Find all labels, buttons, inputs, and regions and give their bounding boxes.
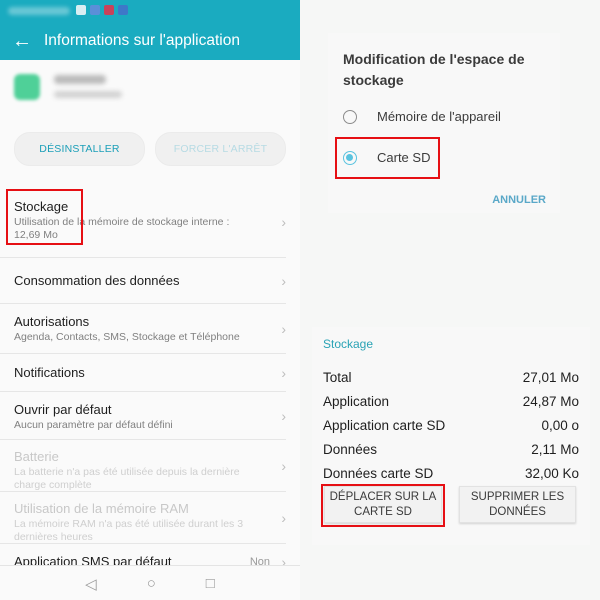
storage-panel: Modification de l'espace de stockage Mém… [300, 0, 600, 600]
nav-back-icon[interactable]: ◁ [85, 575, 97, 593]
settings-item-battery[interactable]: Batterie La batterie n'a pas été utilisé… [0, 440, 286, 492]
item-subtitle: Utilisation de la mémoire de stockage in… [14, 216, 230, 241]
notification-icon [90, 5, 100, 15]
row-label: Données carte SD [323, 466, 434, 481]
carrier-name-blurred [8, 7, 70, 15]
item-title: Ouvrir par défaut [14, 402, 112, 417]
item-title: Autorisations [14, 314, 90, 329]
clear-data-button[interactable]: SUPPRIMER LES DONNÉES [459, 486, 576, 523]
item-title: Utilisation de la mémoire RAM [14, 501, 189, 516]
nav-recents-icon[interactable]: □ [206, 575, 215, 592]
app-version-blurred [54, 91, 122, 98]
app-actions: DÉSINSTALLER FORCER L'ARRÊT [0, 116, 300, 166]
move-to-sd-button[interactable]: DÉPLACER SUR LA CARTE SD [324, 486, 442, 523]
item-subtitle: Agenda, Contacts, SMS, Stockage et Télép… [14, 331, 240, 343]
app-bar: ← Informations sur l'application [0, 22, 300, 60]
storage-row: Application 24,87 Mo [323, 394, 579, 409]
chevron-right-icon: › [281, 407, 286, 424]
settings-item-open-by-default[interactable]: Ouvrir par défaut Aucun paramètre par dé… [0, 392, 286, 440]
chevron-right-icon: › [281, 320, 286, 337]
storage-row: Données carte SD 32,00 Ko [323, 466, 579, 481]
app-icon [14, 74, 40, 100]
app-info-screen: ᛒ ▯ ◠ ▂▄▆ 13:58 ← Informations sur l'app… [0, 0, 300, 600]
page-title: Informations sur l'application [44, 32, 240, 49]
notification-icon [76, 5, 86, 15]
row-label: Total [323, 370, 352, 385]
storage-location-dialog: Modification de l'espace de stockage Mém… [328, 33, 560, 213]
notification-icon [104, 5, 114, 15]
settings-item-storage[interactable]: Stockage Utilisation de la mémoire de st… [0, 187, 286, 258]
storage-row: Application carte SD 0,00 o [323, 418, 579, 433]
status-bar: ᛒ ▯ ◠ ▂▄▆ 13:58 [0, 0, 300, 22]
option-label: Mémoire de l'appareil [377, 109, 501, 124]
row-value: 0,00 o [541, 418, 579, 433]
chevron-right-icon: › [281, 509, 286, 526]
row-label: Application carte SD [323, 418, 446, 433]
chevron-right-icon: › [281, 272, 286, 289]
radio-button-selected[interactable] [343, 150, 357, 165]
option-device-memory[interactable]: Mémoire de l'appareil [343, 109, 501, 124]
notification-icon [118, 5, 128, 15]
chevron-right-icon: › [281, 364, 286, 381]
row-label: Données [323, 442, 378, 457]
settings-item-notifications[interactable]: Notifications › [0, 354, 286, 392]
item-title: Batterie [14, 449, 59, 464]
option-sd-card[interactable]: Carte SD [343, 150, 430, 165]
cancel-button[interactable]: ANNULER [492, 194, 546, 206]
item-title: Notifications [14, 365, 85, 380]
item-subtitle: Aucun paramètre par défaut défini [14, 419, 173, 431]
chevron-right-icon: › [281, 214, 286, 230]
radio-button[interactable] [343, 109, 357, 124]
row-value: 32,00 Ko [524, 466, 579, 481]
notification-icons [76, 5, 128, 15]
row-value: 2,11 Mo [531, 442, 579, 457]
storage-row: Données 2,11 Mo [323, 442, 579, 457]
row-value: 24,87 Mo [522, 394, 579, 409]
settings-list: Stockage Utilisation de la mémoire de st… [0, 187, 300, 580]
nav-home-icon[interactable]: ○ [147, 575, 156, 592]
storage-row: Total 27,01 Mo [323, 370, 579, 385]
app-header [0, 60, 300, 116]
option-label: Carte SD [377, 150, 431, 165]
settings-item-ram[interactable]: Utilisation de la mémoire RAM La mémoire… [0, 492, 286, 544]
item-title: Stockage [14, 199, 69, 214]
item-subtitle: La batterie n'a pas été utilisée depuis … [14, 466, 240, 491]
arrow-left-icon[interactable]: ← [0, 30, 44, 53]
storage-details-card: Stockage Total 27,01 Mo Application 24,87 … [312, 327, 590, 545]
chevron-right-icon: › [281, 457, 286, 474]
item-subtitle: La mémoire RAM n'a pas été utilisée dura… [14, 518, 244, 543]
dialog-title: Modification de l'espace de stockage [343, 51, 525, 88]
row-label: Application [323, 394, 390, 409]
row-value: 27,01 Mo [522, 370, 579, 385]
settings-item-permissions[interactable]: Autorisations Agenda, Contacts, SMS, Sto… [0, 304, 286, 354]
settings-item-data-usage[interactable]: Consommation des données › [0, 258, 286, 304]
uninstall-button[interactable]: DÉSINSTALLER [14, 132, 145, 166]
app-name-blurred [54, 75, 106, 84]
force-stop-button[interactable]: FORCER L'ARRÊT [155, 132, 286, 166]
card-title: Stockage [323, 337, 374, 351]
item-title: Consommation des données [14, 273, 180, 288]
navigation-bar: ◁ ○ □ [0, 565, 300, 600]
